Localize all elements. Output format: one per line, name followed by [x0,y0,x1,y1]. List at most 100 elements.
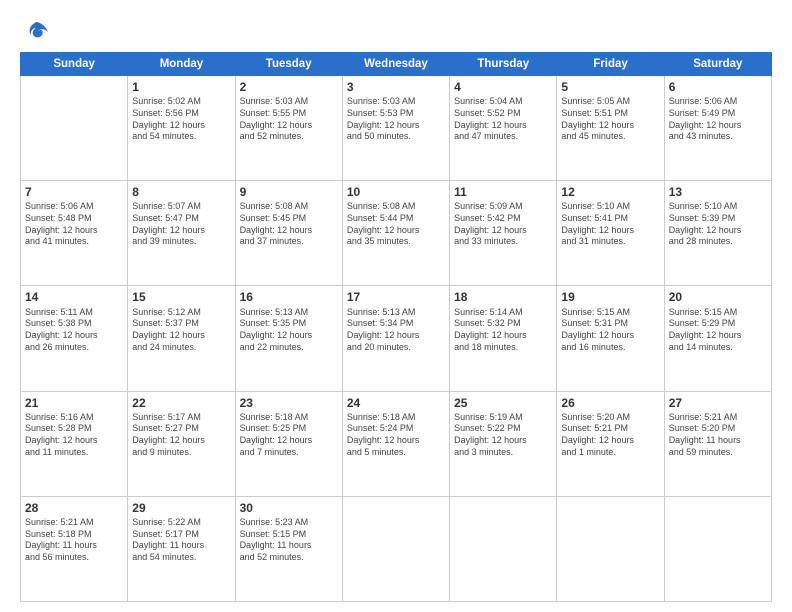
day-number: 14 [25,289,123,305]
day-info: Sunrise: 5:06 AM Sunset: 5:49 PM Dayligh… [669,96,767,143]
calendar-cell [21,76,128,181]
header [20,18,772,42]
calendar-cell [664,496,771,601]
calendar-cell: 1Sunrise: 5:02 AM Sunset: 5:56 PM Daylig… [128,76,235,181]
day-number: 7 [25,184,123,200]
day-info: Sunrise: 5:14 AM Sunset: 5:32 PM Dayligh… [454,307,552,354]
day-info: Sunrise: 5:23 AM Sunset: 5:15 PM Dayligh… [240,517,338,564]
day-number: 29 [132,500,230,516]
day-info: Sunrise: 5:08 AM Sunset: 5:45 PM Dayligh… [240,201,338,248]
calendar-cell: 6Sunrise: 5:06 AM Sunset: 5:49 PM Daylig… [664,76,771,181]
calendar-cell: 27Sunrise: 5:21 AM Sunset: 5:20 PM Dayli… [664,391,771,496]
day-number: 21 [25,395,123,411]
day-number: 26 [561,395,659,411]
day-info: Sunrise: 5:10 AM Sunset: 5:39 PM Dayligh… [669,201,767,248]
day-number: 19 [561,289,659,305]
calendar-cell: 17 Sunrise: 5:13 AM Sunset: 5:34 PM Dayli… [342,286,449,391]
day-info: Sunrise: 5:03 AM Sunset: 5:55 PM Dayligh… [240,96,338,143]
page: SundayMondayTuesdayWednesdayThursdayFrid… [0,0,792,612]
weekday-header-monday: Monday [128,53,235,76]
calendar-cell: 20 Sunrise: 5:15 AM Sunset: 5:29 PM Dayli… [664,286,771,391]
day-info: Sunrise: 5:12 AM Sunset: 5:37 PM Dayligh… [132,307,230,354]
day-number: 11 [454,184,552,200]
day-info: Sunrise: 5:18 AM Sunset: 5:24 PM Dayligh… [347,412,445,459]
week-row-3: 14Sunrise: 5:11 AM Sunset: 5:38 PM Dayli… [21,286,772,391]
day-info: Sunrise: 5:18 AM Sunset: 5:25 PM Dayligh… [240,412,338,459]
calendar-cell: 24Sunrise: 5:18 AM Sunset: 5:24 PM Dayli… [342,391,449,496]
calendar-cell: 14Sunrise: 5:11 AM Sunset: 5:38 PM Dayli… [21,286,128,391]
day-info: Sunrise: 5:10 AM Sunset: 5:41 PM Dayligh… [561,201,659,248]
day-number: 22 [132,395,230,411]
calendar-cell [450,496,557,601]
day-info: Sunrise: 5:03 AM Sunset: 5:53 PM Dayligh… [347,96,445,143]
calendar-cell: 2Sunrise: 5:03 AM Sunset: 5:55 PM Daylig… [235,76,342,181]
day-info: Sunrise: 5:08 AM Sunset: 5:44 PM Dayligh… [347,201,445,248]
day-number: 15 [132,289,230,305]
day-number: 5 [561,79,659,95]
calendar-cell: 10Sunrise: 5:08 AM Sunset: 5:44 PM Dayli… [342,181,449,286]
day-info: Sunrise: 5:21 AM Sunset: 5:20 PM Dayligh… [669,412,767,459]
day-info: Sunrise: 5:13 AM Sunset: 5:34 PM Dayligh… [347,307,445,354]
calendar-cell [342,496,449,601]
day-number: 20 [669,289,767,305]
day-info: Sunrise: 5:07 AM Sunset: 5:47 PM Dayligh… [132,201,230,248]
day-number: 23 [240,395,338,411]
day-info: Sunrise: 5:15 AM Sunset: 5:31 PM Dayligh… [561,307,659,354]
day-info: Sunrise: 5:17 AM Sunset: 5:27 PM Dayligh… [132,412,230,459]
day-number: 1 [132,79,230,95]
calendar-cell: 5Sunrise: 5:05 AM Sunset: 5:51 PM Daylig… [557,76,664,181]
day-info: Sunrise: 5:13 AM Sunset: 5:35 PM Dayligh… [240,307,338,354]
calendar-cell: 29Sunrise: 5:22 AM Sunset: 5:17 PM Dayli… [128,496,235,601]
weekday-header-tuesday: Tuesday [235,53,342,76]
calendar-cell: 25Sunrise: 5:19 AM Sunset: 5:22 PM Dayli… [450,391,557,496]
calendar-cell: 16 Sunrise: 5:13 AM Sunset: 5:35 PM Dayli… [235,286,342,391]
calendar-cell: 26Sunrise: 5:20 AM Sunset: 5:21 PM Dayli… [557,391,664,496]
day-number: 25 [454,395,552,411]
calendar-cell: 22Sunrise: 5:17 AM Sunset: 5:27 PM Dayli… [128,391,235,496]
calendar-cell [557,496,664,601]
day-number: 3 [347,79,445,95]
day-number: 2 [240,79,338,95]
calendar-cell: 21Sunrise: 5:16 AM Sunset: 5:28 PM Dayli… [21,391,128,496]
day-info: Sunrise: 5:06 AM Sunset: 5:48 PM Dayligh… [25,201,123,248]
weekday-header-sunday: Sunday [21,53,128,76]
day-number: 30 [240,500,338,516]
day-number: 9 [240,184,338,200]
day-info: Sunrise: 5:15 AM Sunset: 5:29 PM Dayligh… [669,307,767,354]
day-info: Sunrise: 5:20 AM Sunset: 5:21 PM Dayligh… [561,412,659,459]
calendar-cell: 4Sunrise: 5:04 AM Sunset: 5:52 PM Daylig… [450,76,557,181]
calendar-cell: 12Sunrise: 5:10 AM Sunset: 5:41 PM Dayli… [557,181,664,286]
week-row-2: 7Sunrise: 5:06 AM Sunset: 5:48 PM Daylig… [21,181,772,286]
calendar-cell: 9Sunrise: 5:08 AM Sunset: 5:45 PM Daylig… [235,181,342,286]
calendar-cell: 11Sunrise: 5:09 AM Sunset: 5:42 PM Dayli… [450,181,557,286]
calendar-cell: 30Sunrise: 5:23 AM Sunset: 5:15 PM Dayli… [235,496,342,601]
day-info: Sunrise: 5:02 AM Sunset: 5:56 PM Dayligh… [132,96,230,143]
calendar-cell: 15 Sunrise: 5:12 AM Sunset: 5:37 PM Dayli… [128,286,235,391]
day-number: 12 [561,184,659,200]
weekday-header-friday: Friday [557,53,664,76]
day-info: Sunrise: 5:04 AM Sunset: 5:52 PM Dayligh… [454,96,552,143]
day-info: Sunrise: 5:19 AM Sunset: 5:22 PM Dayligh… [454,412,552,459]
day-number: 28 [25,500,123,516]
day-info: Sunrise: 5:16 AM Sunset: 5:28 PM Dayligh… [25,412,123,459]
day-info: Sunrise: 5:22 AM Sunset: 5:17 PM Dayligh… [132,517,230,564]
weekday-header-saturday: Saturday [664,53,771,76]
calendar-cell: 28Sunrise: 5:21 AM Sunset: 5:18 PM Dayli… [21,496,128,601]
day-number: 6 [669,79,767,95]
day-info: Sunrise: 5:09 AM Sunset: 5:42 PM Dayligh… [454,201,552,248]
logo [20,18,50,42]
calendar-cell: 18 Sunrise: 5:14 AM Sunset: 5:32 PM Dayli… [450,286,557,391]
day-number: 17 [347,289,445,305]
day-info: Sunrise: 5:21 AM Sunset: 5:18 PM Dayligh… [25,517,123,564]
week-row-1: 1Sunrise: 5:02 AM Sunset: 5:56 PM Daylig… [21,76,772,181]
week-row-5: 28Sunrise: 5:21 AM Sunset: 5:18 PM Dayli… [21,496,772,601]
calendar-cell: 19 Sunrise: 5:15 AM Sunset: 5:31 PM Dayli… [557,286,664,391]
calendar-header-row: SundayMondayTuesdayWednesdayThursdayFrid… [21,53,772,76]
day-number: 4 [454,79,552,95]
day-number: 8 [132,184,230,200]
week-row-4: 21Sunrise: 5:16 AM Sunset: 5:28 PM Dayli… [21,391,772,496]
day-number: 16 [240,289,338,305]
day-number: 18 [454,289,552,305]
calendar-table: SundayMondayTuesdayWednesdayThursdayFrid… [20,52,772,602]
calendar-cell: 13Sunrise: 5:10 AM Sunset: 5:39 PM Dayli… [664,181,771,286]
